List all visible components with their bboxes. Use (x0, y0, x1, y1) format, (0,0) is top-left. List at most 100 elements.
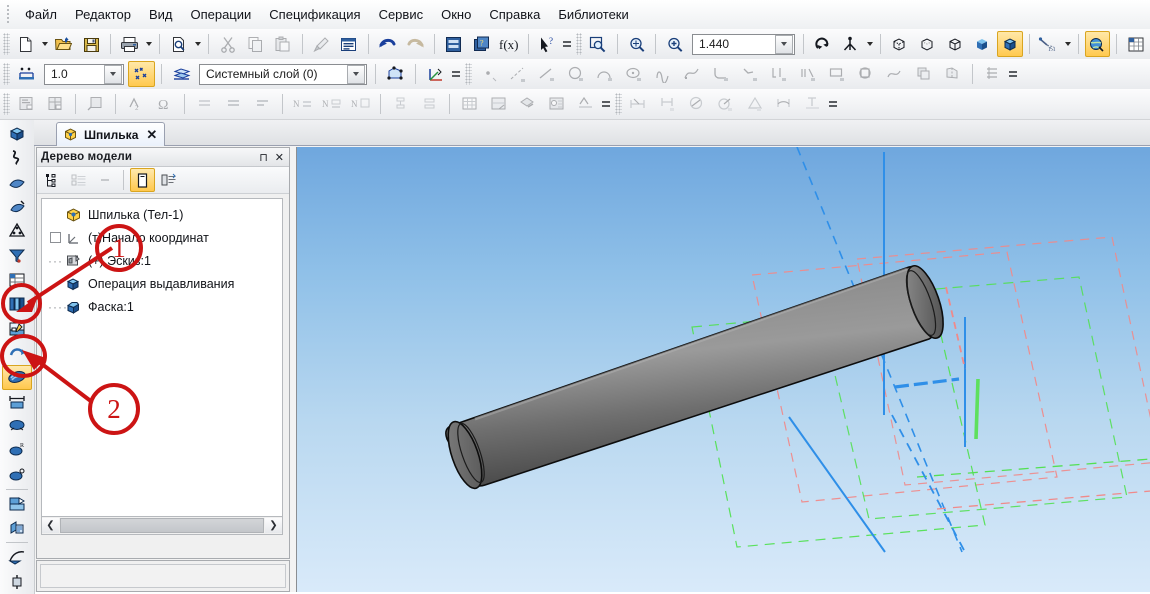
print-preview-dropdown[interactable] (192, 32, 202, 56)
tree-list-button[interactable] (66, 168, 91, 192)
perspective-dropdown[interactable] (1062, 32, 1072, 56)
layer-states-button[interactable] (168, 61, 195, 87)
menu-item-window[interactable]: Окно (432, 4, 480, 26)
auto-dimension-button[interactable] (625, 91, 652, 117)
close-icon[interactable]: ✕ (275, 151, 284, 164)
print-button[interactable] (117, 31, 143, 57)
layer-dropdown-arrow[interactable] (347, 64, 365, 84)
fillet-button[interactable] (707, 61, 734, 87)
tree-node-sketch[interactable]: ··· (+) Эскиз:1 (42, 249, 282, 272)
pin-icon[interactable]: ⊓ (259, 151, 268, 164)
menu-item-specification[interactable]: Спецификация (260, 4, 369, 26)
leader-line-button[interactable] (82, 91, 109, 117)
menu-item-service[interactable]: Сервис (370, 4, 433, 26)
autosort-button[interactable] (514, 91, 541, 117)
datum-base-button[interactable] (191, 91, 218, 117)
filter-object-button[interactable] (2, 492, 32, 516)
document-manager-button[interactable] (441, 31, 467, 57)
position-auto-button[interactable]: N (347, 91, 374, 117)
toolbar-annotation-overflow[interactable] (600, 93, 612, 115)
no-hidden-lines-button[interactable] (942, 31, 968, 57)
paste-button[interactable] (270, 31, 296, 57)
roughness-3d-button[interactable]: R (2, 438, 32, 462)
save-document-button[interactable] (78, 31, 104, 57)
local-axes-button[interactable] (422, 61, 449, 87)
zoom-window-button[interactable] (585, 31, 611, 57)
current-scale-combo[interactable]: 1.0 (44, 63, 124, 85)
line-break-button[interactable] (416, 91, 443, 117)
zoom-in-button[interactable] (662, 31, 688, 57)
auxiliary-line-button[interactable] (504, 61, 531, 87)
tree-node-chamfer[interactable]: ···· Фаска:1 (42, 295, 282, 318)
shaded-with-edges-button[interactable] (997, 31, 1023, 57)
angular-dimension-button[interactable] (741, 91, 768, 117)
tech-requirements-button[interactable] (543, 91, 570, 117)
collect-region-button[interactable] (939, 61, 966, 87)
toolbar-geometry-grip[interactable] (465, 63, 472, 85)
menu-item-operations[interactable]: Операции (181, 4, 260, 26)
new-document-dropdown[interactable] (39, 32, 49, 56)
toolbar-dimensions-grip[interactable] (615, 93, 622, 115)
toolbar-current-state-overflow[interactable] (450, 63, 462, 85)
spatial-curves-button[interactable] (2, 146, 32, 170)
open-document-button[interactable] (51, 31, 77, 57)
shaded-button[interactable] (969, 31, 995, 57)
table-grid-button[interactable] (456, 91, 483, 117)
toolbar-current-state-grip[interactable] (3, 63, 10, 85)
bezier-curve-button[interactable] (678, 61, 705, 87)
region-button[interactable] (910, 61, 937, 87)
diameter-dimension-button[interactable] (683, 91, 710, 117)
orientation-button[interactable] (838, 31, 864, 57)
perspective-button[interactable]: 1:1 (1036, 31, 1062, 57)
special-symbol-button[interactable]: Ω (151, 91, 178, 117)
radial-dimension-button[interactable] (712, 91, 739, 117)
tree-node-extrusion[interactable]: Операция выдавливания (42, 272, 282, 295)
tree-structure-button[interactable] (40, 168, 65, 192)
format-painter-button[interactable] (309, 31, 335, 57)
auxiliary-geometry-button[interactable] (2, 244, 32, 268)
roughness-mark-button[interactable]: 2 (122, 91, 149, 117)
nurbs-curve-button[interactable] (649, 61, 676, 87)
menu-item-libraries[interactable]: Библиотеки (549, 4, 637, 26)
expression-button[interactable]: f(x) (496, 31, 522, 57)
dimensions-3d-button[interactable] (2, 390, 32, 414)
zoom-scale-combo[interactable]: 1.440 (692, 33, 796, 55)
rotate-view-button[interactable] (810, 31, 836, 57)
cut-button[interactable] (215, 31, 241, 57)
properties-grid-button[interactable] (1123, 31, 1149, 57)
menu-item-file[interactable]: Файл (16, 4, 66, 26)
hidden-lines-thin-button[interactable] (914, 31, 940, 57)
zoom-fit-button[interactable] (624, 31, 650, 57)
close-icon[interactable]: ✕ (146, 127, 157, 143)
segment-button[interactable] (533, 61, 560, 87)
orientation-dropdown[interactable] (864, 32, 874, 56)
print-dropdown[interactable] (143, 32, 153, 56)
toolbar-dimensions-overflow[interactable] (827, 93, 839, 115)
scroll-left-arrow-icon[interactable]: ❮ (42, 518, 59, 533)
height-dimension-button[interactable] (799, 91, 826, 117)
tolerance-3d-button[interactable] (2, 463, 32, 487)
specification-3d-button[interactable] (2, 516, 32, 540)
toolbar-standard-grip[interactable] (3, 33, 10, 55)
element-button[interactable] (2, 570, 32, 594)
position-multi-button[interactable]: N (318, 91, 345, 117)
designation-button[interactable] (2, 414, 32, 438)
zoom-scale-dropdown-arrow[interactable] (775, 34, 794, 54)
menubar-grip[interactable] (4, 4, 13, 25)
model-viewport-3d[interactable] (296, 147, 1150, 592)
properties-button[interactable] (336, 31, 362, 57)
toolbar-view-grip[interactable] (575, 33, 583, 55)
tree-collapse-button[interactable] (92, 168, 117, 192)
menu-item-editor[interactable]: Редактор (66, 4, 140, 26)
branding-button[interactable] (249, 91, 276, 117)
tree-show-panel-button[interactable] (130, 168, 155, 192)
binding-point-button[interactable] (13, 61, 40, 87)
view-tools-button[interactable] (2, 545, 32, 569)
stamp-fill-button[interactable] (485, 91, 512, 117)
surfaces-button[interactable] (2, 171, 32, 195)
document-tab-shpilka[interactable]: Шпилька ✕ (56, 122, 166, 146)
toolbar-annotation-grip[interactable] (3, 93, 10, 115)
context-help-button[interactable]: ? (535, 31, 561, 57)
position-line-button[interactable]: N (289, 91, 316, 117)
new-document-button[interactable] (13, 31, 39, 57)
